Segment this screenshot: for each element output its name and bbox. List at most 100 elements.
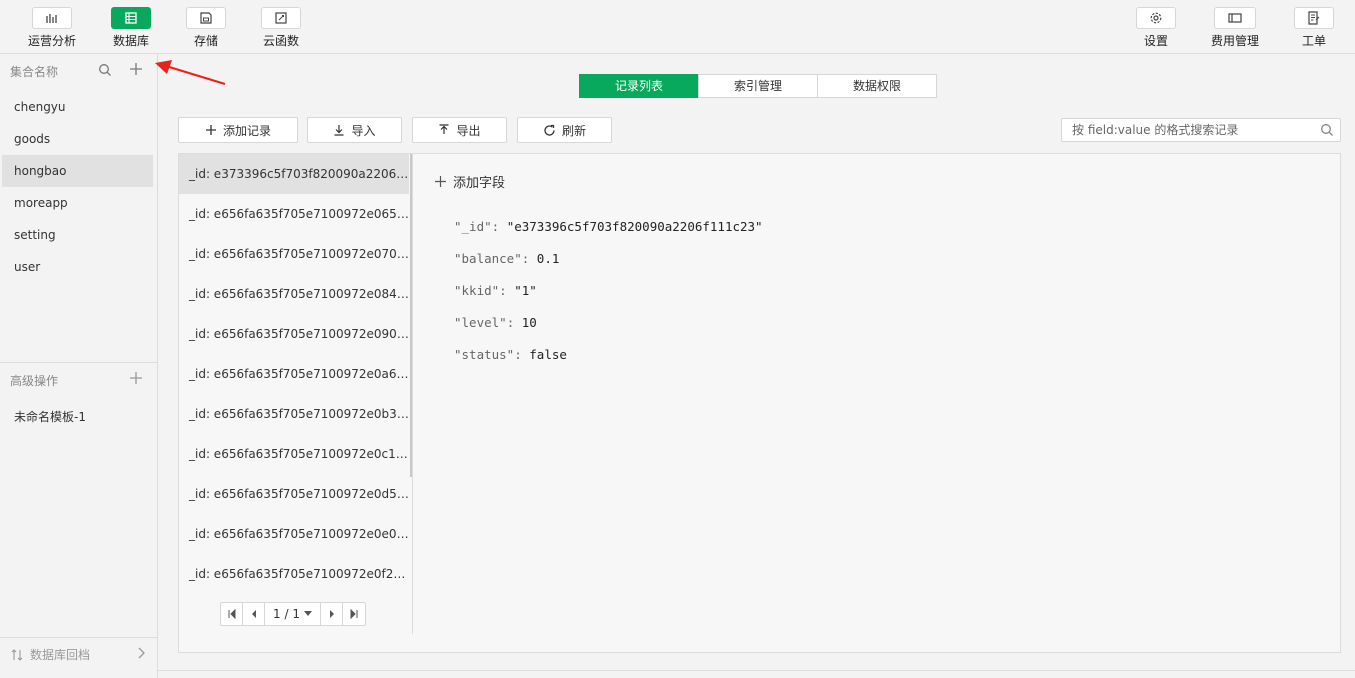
toolbar-label: 存储 [193,34,218,48]
record-item[interactable]: _id: e656fa635f705e7100972e0a6f... [179,354,409,394]
add-record-label: 添加记录 [222,123,271,138]
collection-item-hongbao[interactable]: hongbao [2,155,153,187]
toolbar-label: 费用管理 [1210,34,1259,48]
billing-icon [1228,13,1242,23]
tab-permissions[interactable]: 数据权限 [817,74,937,98]
gear-icon [1150,12,1162,24]
plus-icon [130,63,142,75]
collections-header: 集合名称 [10,65,59,79]
view-tabs: 记录列表 索引管理 数据权限 [579,74,937,98]
toolbar-label: 数据库 [112,34,149,48]
record-list: _id: e373396c5f703f820090a2206f... _id: … [179,154,412,604]
export-label: 导出 [456,123,481,138]
field-list: "_id": "e373396c5f703f820090a2206f111c23… [454,211,763,371]
last-page-icon [350,609,358,619]
last-page-button[interactable] [343,603,365,625]
upload-icon [439,124,449,134]
record-item[interactable]: _id: e656fa635f705e7100972e0703... [179,234,409,274]
storage-icon [200,12,212,24]
page-indicator: 1 / 1 [273,607,300,621]
annotation-arrow-icon [155,60,226,86]
prev-page-icon [251,610,256,618]
sidebar-divider [0,362,157,363]
export-button[interactable]: 导出 [412,117,507,143]
record-item[interactable]: _id: e656fa635f705e7100972e0907... [179,314,409,354]
field-value: 10 [521,315,537,330]
record-item[interactable]: _id: e656fa635f705e7100972e0f2b... [179,554,409,594]
first-page-icon [228,609,235,619]
record-detail: 添加字段 "_id": "e373396c5f703f820090a2206f1… [434,172,763,371]
add-collection-button[interactable] [129,62,143,79]
plus-icon [435,176,446,187]
add-field-button[interactable]: 添加字段 [434,172,763,191]
search-icon [99,64,111,76]
caret-down-icon [303,611,312,616]
add-field-label: 添加字段 [453,176,506,191]
field-key: "kkid" [454,283,500,298]
record-item[interactable]: _id: e656fa635f705e7100972e0c1b... [179,434,409,474]
prev-page-button[interactable] [243,603,265,625]
pagination: 1 / 1 [220,602,366,626]
field-row[interactable]: "_id": "e373396c5f703f820090a2206f111c23… [454,211,763,243]
record-search-input[interactable] [1062,119,1307,141]
tab-indexes[interactable]: 索引管理 [698,74,818,98]
refresh-button[interactable]: 刷新 [517,117,612,143]
record-search [1061,118,1341,142]
toolbar-analytics[interactable]: 运营分析 [22,7,82,51]
collection-item-chengyu[interactable]: chengyu [2,91,153,123]
field-row[interactable]: "level": 10 [454,307,763,339]
record-item[interactable]: _id: e656fa635f705e7100972e084e... [179,274,409,314]
search-collection-button[interactable] [98,63,112,80]
tab-records[interactable]: 记录列表 [579,74,699,98]
field-row[interactable]: "balance": 0.1 [454,243,763,275]
template-item[interactable]: 未命名模板-1 [14,408,86,425]
toolbar-database[interactable]: 数据库 [101,7,161,51]
toolbar-billing[interactable]: 费用管理 [1205,7,1265,51]
add-record-button[interactable]: 添加记录 [178,117,298,143]
record-item[interactable]: _id: e656fa635f705e7100972e0b35... [179,394,409,434]
refresh-label: 刷新 [561,123,586,138]
field-value: "e373396c5f703f820090a2206f111c23" [506,219,763,234]
toolbar-ticket[interactable]: 工单 [1284,7,1344,51]
toolbar-label: 设置 [1143,34,1168,48]
record-item[interactable]: _id: e656fa635f705e7100972e0d5a... [179,474,409,514]
page-select[interactable]: 1 / 1 [265,603,321,625]
sort-arrows-icon [11,648,23,661]
toolbar-settings[interactable]: 设置 [1126,7,1186,51]
sidebar-divider [0,637,157,638]
panel-divider [412,154,413,634]
plus-icon [130,372,142,384]
next-page-button[interactable] [321,603,343,625]
search-icon[interactable] [1320,123,1334,137]
database-rollback-link[interactable]: 数据库回档 [10,646,150,663]
database-icon [125,12,137,24]
record-item[interactable]: _id: e656fa635f705e7100972e065c... [179,194,409,234]
toolbar-label: 工单 [1301,34,1326,48]
function-icon [275,12,287,24]
collection-item-setting[interactable]: setting [2,219,153,251]
bottom-border [158,670,1355,671]
first-page-button[interactable] [221,603,243,625]
next-page-icon [329,610,334,618]
field-row[interactable]: "status": false [454,339,763,371]
record-item[interactable]: _id: e373396c5f703f820090a2206f... [179,154,409,194]
field-value: false [529,347,567,362]
toolbar-functions[interactable]: 云函数 [251,7,311,51]
collection-item-user[interactable]: user [2,251,153,283]
field-row[interactable]: "kkid": "1" [454,275,763,307]
toolbar-storage[interactable]: 存储 [176,7,236,51]
download-icon [334,125,344,136]
field-value: 0.1 [536,251,560,266]
add-template-button[interactable] [129,371,143,388]
refresh-icon [544,124,555,136]
import-label: 导入 [351,123,376,138]
ticket-icon [1308,11,1320,25]
field-key: "_id" [454,219,492,234]
collection-item-goods[interactable]: goods [2,123,153,155]
record-item[interactable]: _id: e656fa635f705e7100972e0e04... [179,514,409,554]
collection-item-moreapp[interactable]: moreapp [2,187,153,219]
toolbar-label: 运营分析 [27,34,76,48]
field-key: "balance" [454,251,522,266]
import-button[interactable]: 导入 [307,117,402,143]
sidebar: 集合名称 chengyu goods hongbao moreapp setti… [0,54,158,678]
